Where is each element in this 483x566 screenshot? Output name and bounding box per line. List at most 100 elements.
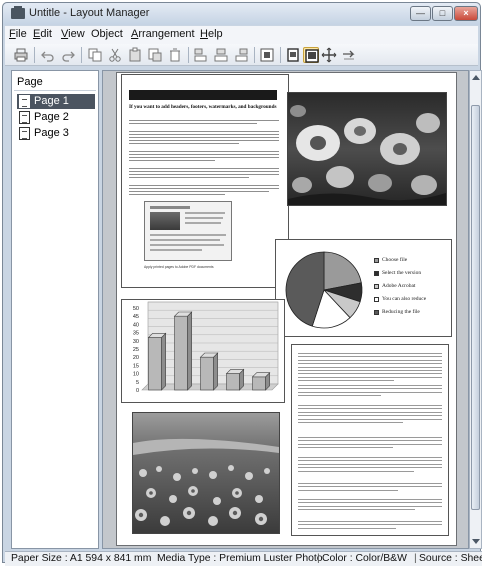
- text-line: [298, 388, 442, 390]
- text-line: [298, 359, 442, 361]
- status-media-type: Media Type : Premium Luster Photo: [157, 553, 323, 564]
- align-right-icon[interactable]: [233, 47, 249, 63]
- flower-photo-1-image: [288, 93, 446, 205]
- text-line: [298, 422, 403, 423]
- cut-icon[interactable]: [107, 47, 123, 63]
- flower-photo-1[interactable]: [287, 92, 447, 206]
- fit-page-icon[interactable]: [259, 47, 275, 63]
- page-label: Page 3: [34, 127, 69, 139]
- page-icon: [19, 127, 30, 140]
- menu-file[interactable]: File: [9, 28, 27, 40]
- text-line: [298, 391, 442, 393]
- flower-photo-2[interactable]: [132, 412, 280, 534]
- pie-legend-entry: Select the version: [382, 270, 422, 276]
- page-panel-title: Page: [17, 76, 43, 88]
- scroll-up-icon[interactable]: [472, 75, 480, 80]
- text-line: [298, 486, 442, 488]
- y-tick-label: 45: [133, 314, 139, 320]
- text-line: [298, 483, 442, 484]
- title-bar[interactable]: Untitle - Layout Manager — □ ×: [3, 3, 480, 25]
- text-line: [298, 437, 442, 438]
- text-line: [298, 499, 442, 500]
- y-tick-label: 15: [133, 363, 139, 369]
- delete-icon[interactable]: [167, 47, 183, 63]
- text-line: [298, 376, 442, 378]
- y-tick-label: 25: [133, 347, 139, 353]
- status-paper-size: Paper Size : A1 594 x 841 mm: [11, 553, 152, 564]
- pie-legend-entry: Reducing the file: [382, 309, 420, 315]
- text-line: [298, 505, 442, 507]
- document-heading: If you want to add headers, footers, wat…: [129, 104, 277, 110]
- scroll-down-icon[interactable]: [472, 539, 480, 544]
- y-tick-label: 5: [136, 380, 139, 386]
- page-list-item-2[interactable]: Page 2: [17, 110, 95, 125]
- page-panel: Page Page 1 Page 2 Page 3: [11, 70, 99, 549]
- text-line: [298, 524, 442, 526]
- status-bar: Paper Size : A1 594 x 841 mm Media Type …: [5, 551, 482, 566]
- text-line: [298, 460, 442, 462]
- bar-side: [187, 311, 192, 391]
- text-line: [298, 457, 442, 458]
- redo-icon[interactable]: [60, 47, 76, 63]
- menu-edit[interactable]: Edit: [33, 28, 52, 40]
- y-tick-label: 40: [133, 322, 139, 328]
- pie-legend-entry: Choose file: [382, 257, 408, 263]
- text-line: [298, 418, 442, 420]
- minimize-button[interactable]: —: [410, 6, 431, 21]
- bar: [174, 315, 188, 391]
- document-screenshot-image: [144, 201, 232, 261]
- copy-icon[interactable]: [87, 47, 103, 63]
- window-title: Untitle - Layout Manager: [29, 7, 150, 19]
- toolbar: [5, 44, 478, 66]
- app-window: Untitle - Layout Manager — □ × File Edit…: [2, 2, 482, 566]
- text-line: [298, 509, 415, 511]
- align-center-icon[interactable]: [213, 47, 229, 63]
- page-view-icon[interactable]: [285, 47, 301, 63]
- menu-view[interactable]: View: [61, 28, 85, 40]
- bar: [252, 376, 266, 391]
- page-label: Page 2: [34, 111, 69, 123]
- status-source: Source : Sheet: [419, 553, 482, 564]
- paste-special-icon[interactable]: [147, 47, 163, 63]
- page-list-item-1[interactable]: Page 1: [17, 94, 95, 109]
- menu-arrangement[interactable]: Arrangement: [131, 28, 195, 40]
- bar: [200, 356, 214, 391]
- text-line: [298, 521, 442, 522]
- page-icon: [19, 95, 30, 108]
- text-line: [298, 443, 442, 445]
- align-left-icon[interactable]: [193, 47, 209, 63]
- menu-help[interactable]: Help: [200, 28, 223, 40]
- print-icon[interactable]: [13, 47, 29, 63]
- menu-object[interactable]: Object: [91, 28, 123, 40]
- paste-icon[interactable]: [127, 47, 143, 63]
- text-line: [298, 395, 381, 397]
- text-line: [298, 440, 442, 442]
- y-tick-label: 10: [133, 372, 139, 378]
- text-line: [298, 370, 442, 371]
- status-color: Color : Color/B&W: [322, 553, 407, 564]
- text-line: [298, 489, 398, 491]
- text-line: [298, 408, 442, 410]
- zoom-icon[interactable]: [321, 47, 337, 63]
- pie-legend-swatch: [374, 271, 379, 276]
- page-icon: [19, 111, 30, 124]
- text-line: [298, 467, 442, 469]
- text-frame[interactable]: [291, 344, 449, 536]
- bar-chart-frame[interactable]: 0 5 10 15 20 25 30 35 40 45 50: [121, 299, 285, 403]
- layout-canvas[interactable]: If you want to add headers, footers, wat…: [102, 70, 469, 549]
- close-button[interactable]: ×: [454, 6, 478, 21]
- bar-side: [213, 352, 218, 391]
- maximize-button[interactable]: □: [432, 6, 453, 21]
- layout-view-icon[interactable]: [303, 47, 319, 63]
- undo-icon[interactable]: [40, 47, 56, 63]
- text-line: [298, 353, 442, 354]
- pie-chart: [285, 251, 363, 329]
- page-list-item-3[interactable]: Page 3: [17, 126, 95, 141]
- document-frame[interactable]: If you want to add headers, footers, wat…: [121, 74, 289, 288]
- vertical-scrollbar[interactable]: [469, 70, 482, 549]
- scroll-thumb[interactable]: [471, 105, 480, 510]
- pie-chart-frame[interactable]: Choose file Select the version Adobe Acrob…: [275, 239, 452, 337]
- app-icon: [11, 6, 25, 19]
- text-line: [298, 380, 394, 382]
- pan-icon[interactable]: [341, 47, 357, 63]
